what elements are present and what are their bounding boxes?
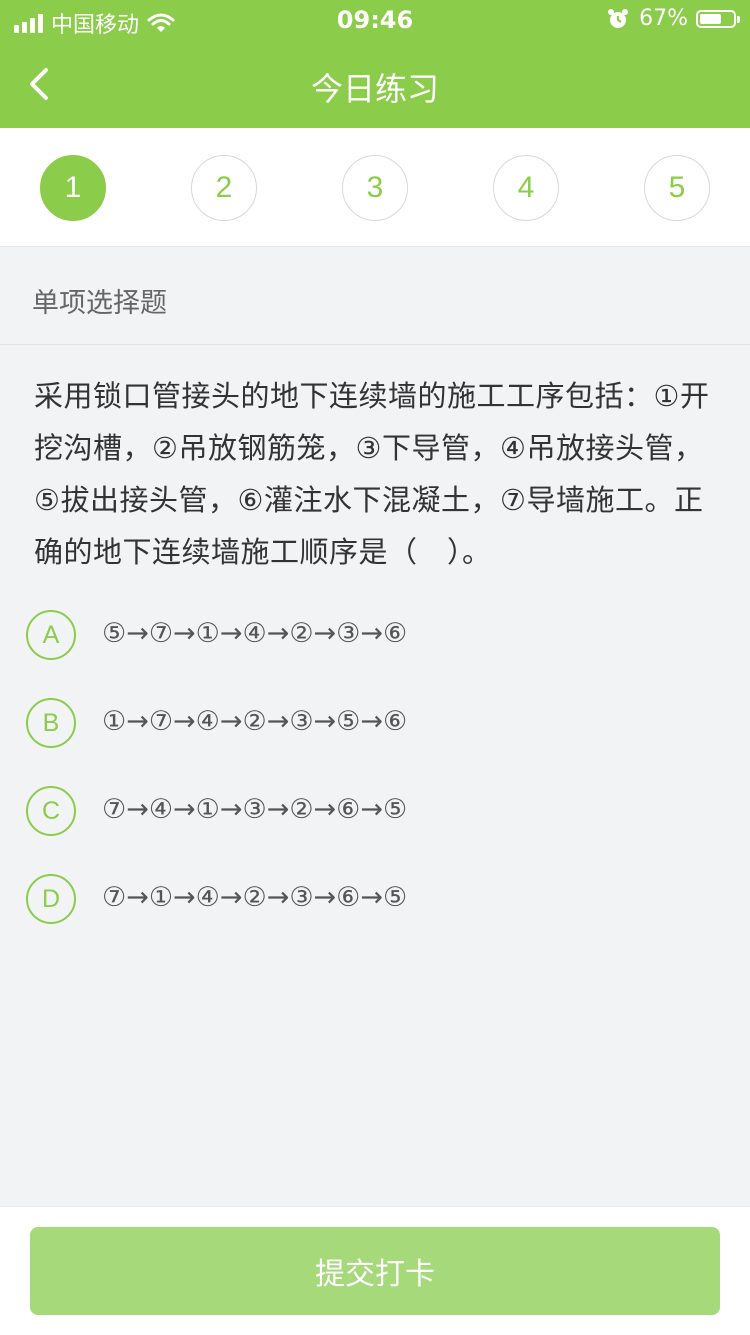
step-3[interactable]: 3 [342, 155, 408, 221]
question-type-label: 单项选择题 [32, 288, 167, 319]
battery-icon [696, 9, 740, 28]
question-text: 采用锁口管接头的地下连续墙的施工工序包括：①开挖沟槽，②吊放钢筋笼，③下导管，④… [34, 379, 710, 569]
step-2[interactable]: 2 [191, 155, 257, 221]
question-stepper: 1 2 3 4 5 [0, 128, 750, 247]
option-d[interactable]: D ⑦→①→④→②→③→⑥→⑤ [26, 874, 726, 924]
status-bar: 中国移动 09:46 67% [0, 0, 750, 40]
step-1[interactable]: 1 [40, 155, 106, 221]
battery-level [700, 13, 722, 24]
alarm-icon [608, 8, 629, 28]
step-4[interactable]: 4 [493, 155, 559, 221]
option-c[interactable]: C ⑦→④→①→③→②→⑥→⑤ [26, 786, 726, 836]
submit-checkin-button[interactable]: 提交打卡 [30, 1227, 720, 1315]
option-text: ⑤→⑦→①→④→②→③→⑥ [102, 618, 408, 649]
page-title: 今日练习 [310, 70, 439, 108]
option-text: ①→⑦→④→②→③→⑤→⑥ [102, 706, 408, 737]
option-letter: C [26, 786, 76, 836]
app-header: 中国移动 09:46 67% 今日练习 [0, 0, 750, 128]
option-b[interactable]: B ①→⑦→④→②→③→⑤→⑥ [26, 698, 726, 748]
step-5[interactable]: 5 [644, 155, 710, 221]
option-letter: D [26, 874, 76, 924]
footer-bar: 提交打卡 [0, 1206, 750, 1335]
option-letter: B [26, 698, 76, 748]
status-right: 67% [607, 6, 740, 31]
option-text: ⑦→④→①→③→②→⑥→⑤ [102, 794, 408, 825]
battery-percent: 67% [639, 6, 688, 31]
question-type-header: 单项选择题 [0, 247, 750, 345]
option-text: ⑦→①→④→②→③→⑥→⑤ [102, 882, 408, 913]
option-a[interactable]: A ⑤→⑦→①→④→②→③→⑥ [26, 610, 726, 660]
option-letter: A [26, 610, 76, 660]
